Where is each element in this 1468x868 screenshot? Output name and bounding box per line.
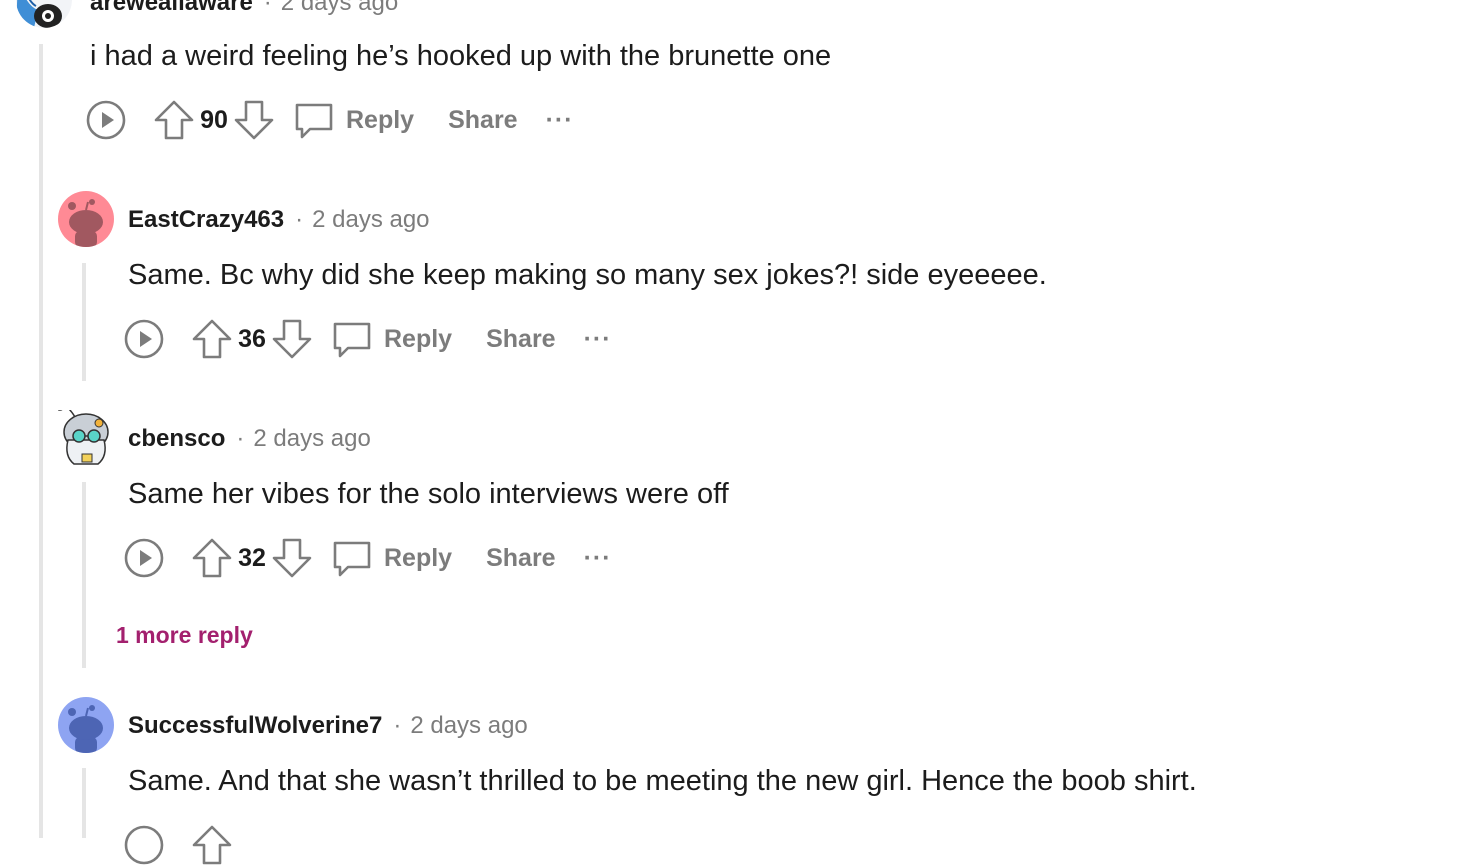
play-audio-icon[interactable] [124, 538, 164, 578]
comment-meta: cbensco · 2 days ago [128, 424, 371, 454]
play-audio-icon[interactable] [124, 319, 164, 359]
snoo-avatar-icon [68, 199, 103, 247]
comment-bubble-icon[interactable] [332, 538, 372, 578]
thread-line-eastcrazy[interactable] [82, 263, 86, 381]
author-name[interactable]: EastCrazy463 [128, 206, 284, 234]
reply-button[interactable]: Reply [346, 106, 414, 135]
comment-time[interactable]: 2 days ago [253, 425, 370, 453]
vote-score: 90 [200, 105, 228, 134]
meta-separator: · [236, 425, 245, 452]
snoo-avatar-icon [68, 705, 103, 753]
reply-button[interactable]: Reply [384, 325, 452, 354]
comment-time[interactable]: 2 days ago [312, 206, 429, 234]
upvote-icon[interactable] [192, 319, 232, 359]
thread-line-successful[interactable] [82, 768, 86, 838]
comment-meta: EastCrazy463 · 2 days ago [128, 205, 430, 235]
avatar-eastcrazy463[interactable] [58, 191, 114, 247]
share-button[interactable]: Share [486, 544, 555, 573]
comment-actions-partial [124, 822, 232, 868]
downvote-icon[interactable] [272, 319, 312, 359]
play-audio-icon[interactable] [124, 825, 164, 865]
author-name[interactable]: SuccessfulWolverine7 [128, 712, 382, 740]
comment-bubble-icon[interactable] [294, 100, 334, 140]
comment-time[interactable]: 2 days ago [410, 712, 527, 740]
comment-body: Same. Bc why did she keep making so many… [128, 259, 1047, 291]
reply-button[interactable]: Reply [384, 544, 452, 573]
author-name[interactable]: cbensco [128, 425, 225, 453]
custom-snoo-avatar-icon [58, 410, 109, 465]
comment-bubble-icon[interactable] [332, 319, 372, 359]
vote-score: 36 [238, 324, 266, 353]
comment-meta: areweallaware · 2 days ago [90, 0, 398, 18]
more-options-button[interactable]: ··· [584, 325, 612, 354]
downvote-icon[interactable] [234, 100, 274, 140]
comment-actions: 32 Reply Share ··· [124, 535, 612, 581]
share-button[interactable]: Share [486, 325, 555, 354]
meta-separator: · [263, 0, 272, 16]
thread-line-top[interactable] [39, 44, 43, 838]
comment-body: Same. And that she wasn’t thrilled to be… [128, 765, 1197, 797]
play-audio-icon[interactable] [86, 100, 126, 140]
comment-body: Same her vibes for the solo interviews w… [128, 478, 729, 510]
meta-separator: · [295, 206, 304, 233]
upvote-icon[interactable] [192, 825, 232, 865]
author-name[interactable]: areweallaware [90, 0, 253, 17]
downvote-icon[interactable] [272, 538, 312, 578]
comment-time[interactable]: 2 days ago [281, 0, 398, 17]
avatar-cbensco[interactable] [58, 410, 114, 466]
comment-meta: SuccessfulWolverine7 · 2 days ago [128, 711, 528, 741]
upvote-icon[interactable] [154, 100, 194, 140]
share-button[interactable]: Share [448, 106, 517, 135]
comment-actions: 90 Reply Share ··· [86, 97, 574, 143]
avatar-areweallaware[interactable] [16, 0, 72, 28]
comment-body: i had a weird feeling he’s hooked up wit… [90, 40, 832, 72]
more-options-button[interactable]: ··· [546, 106, 574, 135]
more-options-button[interactable]: ··· [584, 544, 612, 573]
avatar-successfulwolverine7[interactable] [58, 697, 114, 753]
thread-line-cbensco[interactable] [82, 482, 86, 668]
upvote-icon[interactable] [192, 538, 232, 578]
vote-score: 32 [238, 543, 266, 572]
meta-separator: · [393, 712, 402, 739]
custom-snoo-avatar-icon [16, 0, 72, 28]
comment-actions: 36 Reply Share ··· [124, 316, 612, 362]
more-replies-link[interactable]: 1 more reply [116, 622, 253, 649]
